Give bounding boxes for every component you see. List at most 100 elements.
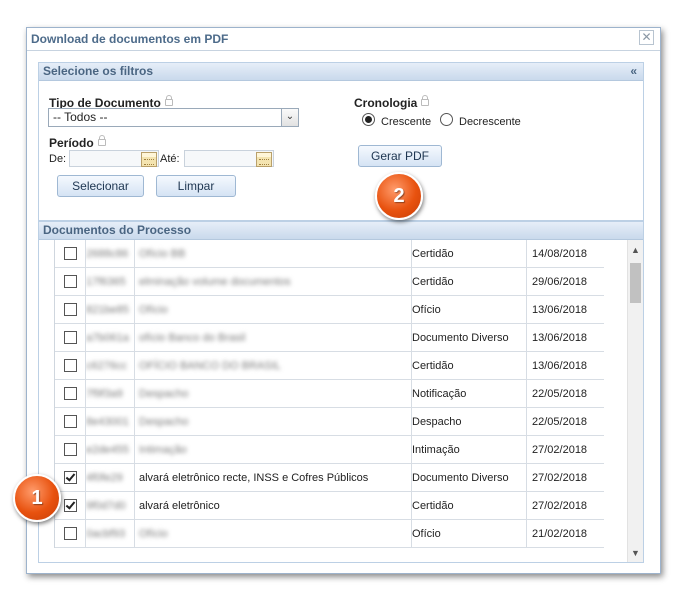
doc-type: Documento Diverso: [412, 472, 509, 484]
table-row[interactable]: a7b061a ofício Banco do Brasil Documento D…: [55, 324, 604, 352]
table-row[interactable]: 9f0d7d0 alvará eletrônico Certidão 27/02/20…: [55, 492, 604, 520]
vertical-scrollbar[interactable]: ▲ ▼: [627, 240, 643, 562]
ate-label: Até:: [160, 153, 180, 165]
doc-description-cell: Despacho: [135, 408, 412, 435]
doc-description-cell: Ofício: [135, 296, 412, 323]
doc-description-cell: Ofício: [135, 520, 412, 547]
doc-type: Ofício: [412, 304, 441, 316]
doc-date-cell: 13/06/2018: [527, 296, 609, 323]
doc-description: OFÍCIO BANCO DO BRASIL: [139, 360, 281, 372]
doc-date-cell: 29/06/2018: [527, 268, 609, 295]
doc-id: 2688c86: [86, 248, 129, 260]
table-row[interactable]: 8e43001 Despacho Despacho 22/05/2018: [55, 408, 604, 436]
doc-type-cell: Certidão: [408, 352, 527, 379]
periodo-label: Período: [49, 135, 106, 150]
row-checkbox-cell: [55, 436, 86, 463]
doc-id-cell: a7b061a: [86, 324, 135, 351]
doc-id: 17f6365: [86, 276, 126, 288]
doc-id-cell: 17f6365: [86, 268, 135, 295]
doc-id: 7f9f3a9: [86, 388, 123, 400]
doc-description-cell: alvará eletrônico: [135, 492, 412, 519]
row-checkbox-cell: [55, 380, 86, 407]
scroll-down-icon[interactable]: ▼: [628, 546, 643, 560]
table-row[interactable]: 0acbf93 Ofício Ofício 21/02/2018: [55, 520, 604, 548]
doc-description-cell: Ofício BB: [135, 240, 412, 267]
doc-date-cell: 22/05/2018: [527, 408, 609, 435]
doc-date: 22/05/2018: [532, 388, 588, 400]
doc-type: Certidão: [412, 276, 454, 288]
filters-header-label: Selecione os filtros: [43, 64, 154, 78]
doc-description-cell: elminação volume documentos: [135, 268, 412, 295]
row-checkbox-cell: [55, 268, 86, 295]
collapse-icon[interactable]: «: [630, 63, 637, 80]
row-checkbox[interactable]: [64, 359, 77, 372]
row-checkbox[interactable]: [64, 275, 77, 288]
row-checkbox[interactable]: [64, 331, 77, 344]
doc-description: Ofício: [139, 528, 168, 540]
table-row[interactable]: 4f0fe29 alvará eletrônico recte, INSS e C…: [55, 464, 604, 492]
calendar-icon[interactable]: [141, 152, 157, 167]
doc-date-cell: 27/02/2018: [527, 464, 609, 491]
tipo-documento-select[interactable]: -- Todos -- ⌄: [48, 108, 299, 127]
row-checkbox[interactable]: [64, 471, 77, 484]
doc-id-cell: 9f0d7d0: [86, 492, 135, 519]
row-checkbox[interactable]: [64, 387, 77, 400]
pdf-download-dialog: Download de documentos em PDF ✕ Selecion…: [26, 27, 661, 574]
row-checkbox[interactable]: [64, 415, 77, 428]
doc-id: c6276cc: [86, 360, 127, 372]
doc-type-cell: Certidão: [408, 268, 527, 295]
doc-id: 821be85: [86, 304, 129, 316]
doc-id: a7b061a: [86, 332, 129, 344]
date-to-input[interactable]: [184, 150, 274, 167]
doc-type-cell: Notificação: [408, 380, 527, 407]
row-checkbox-cell: [55, 296, 86, 323]
documents-table: 2688c86 Ofício BB Certidão 14/08/2018 17f636…: [54, 240, 604, 548]
chevron-down-icon[interactable]: ⌄: [281, 109, 298, 126]
doc-id: 9f0d7d0: [86, 500, 126, 512]
documents-panel: Documentos do Processo 2688c86 Ofício BB C…: [38, 221, 644, 563]
row-checkbox[interactable]: [64, 527, 77, 540]
doc-description-cell: Intimação: [135, 436, 412, 463]
doc-date: 27/02/2018: [532, 472, 588, 484]
doc-date: 14/08/2018: [532, 248, 588, 260]
table-row[interactable]: c6276cc OFÍCIO BANCO DO BRASIL Certidão 13/…: [55, 352, 604, 380]
doc-type: Certidão: [412, 248, 454, 260]
doc-description-cell: Despacho: [135, 380, 412, 407]
limpar-button[interactable]: Limpar: [156, 175, 236, 197]
row-checkbox-cell: [55, 240, 86, 267]
close-icon[interactable]: ✕: [639, 30, 654, 45]
gerar-pdf-button[interactable]: Gerar PDF: [358, 145, 442, 167]
doc-date-cell: 14/08/2018: [527, 240, 609, 267]
table-row[interactable]: 2688c86 Ofício BB Certidão 14/08/2018: [55, 240, 604, 268]
documents-header: Documentos do Processo: [39, 222, 643, 240]
calendar-icon[interactable]: [256, 152, 272, 167]
doc-date: 22/05/2018: [532, 416, 588, 428]
doc-description: ofício Banco do Brasil: [139, 332, 246, 344]
doc-description-cell: OFÍCIO BANCO DO BRASIL: [135, 352, 412, 379]
doc-type-cell: Certidão: [408, 492, 527, 519]
documents-grid: 2688c86 Ofício BB Certidão 14/08/2018 17f636…: [39, 240, 643, 562]
selecionar-button[interactable]: Selecionar: [57, 175, 144, 197]
doc-description: elminação volume documentos: [139, 276, 291, 288]
doc-id-cell: 8e43001: [86, 408, 135, 435]
table-row[interactable]: 17f6365 elminação volume documentos Certid…: [55, 268, 604, 296]
date-from-input[interactable]: [69, 150, 159, 167]
row-checkbox[interactable]: [64, 247, 77, 260]
table-row[interactable]: e2de455 Intimação Intimação 27/02/2018: [55, 436, 604, 464]
table-row[interactable]: 7f9f3a9 Despacho Notificação 22/05/2018: [55, 380, 604, 408]
crescente-radio[interactable]: [362, 113, 375, 126]
doc-date-cell: 22/05/2018: [527, 380, 609, 407]
row-checkbox[interactable]: [64, 303, 77, 316]
row-checkbox[interactable]: [64, 443, 77, 456]
scroll-up-icon[interactable]: ▲: [628, 243, 643, 257]
de-label: De:: [49, 153, 67, 165]
lock-icon: [97, 135, 106, 146]
doc-description: Despacho: [139, 416, 189, 428]
doc-date-cell: 13/06/2018: [527, 324, 609, 351]
table-row[interactable]: 821be85 Ofício Ofício 13/06/2018: [55, 296, 604, 324]
scroll-thumb[interactable]: [630, 263, 641, 303]
filters-header[interactable]: Selecione os filtros «: [39, 63, 643, 81]
row-checkbox[interactable]: [64, 499, 77, 512]
filters-panel: Selecione os filtros « Tipo de Documento…: [38, 62, 644, 221]
decrescente-radio[interactable]: [440, 113, 453, 126]
